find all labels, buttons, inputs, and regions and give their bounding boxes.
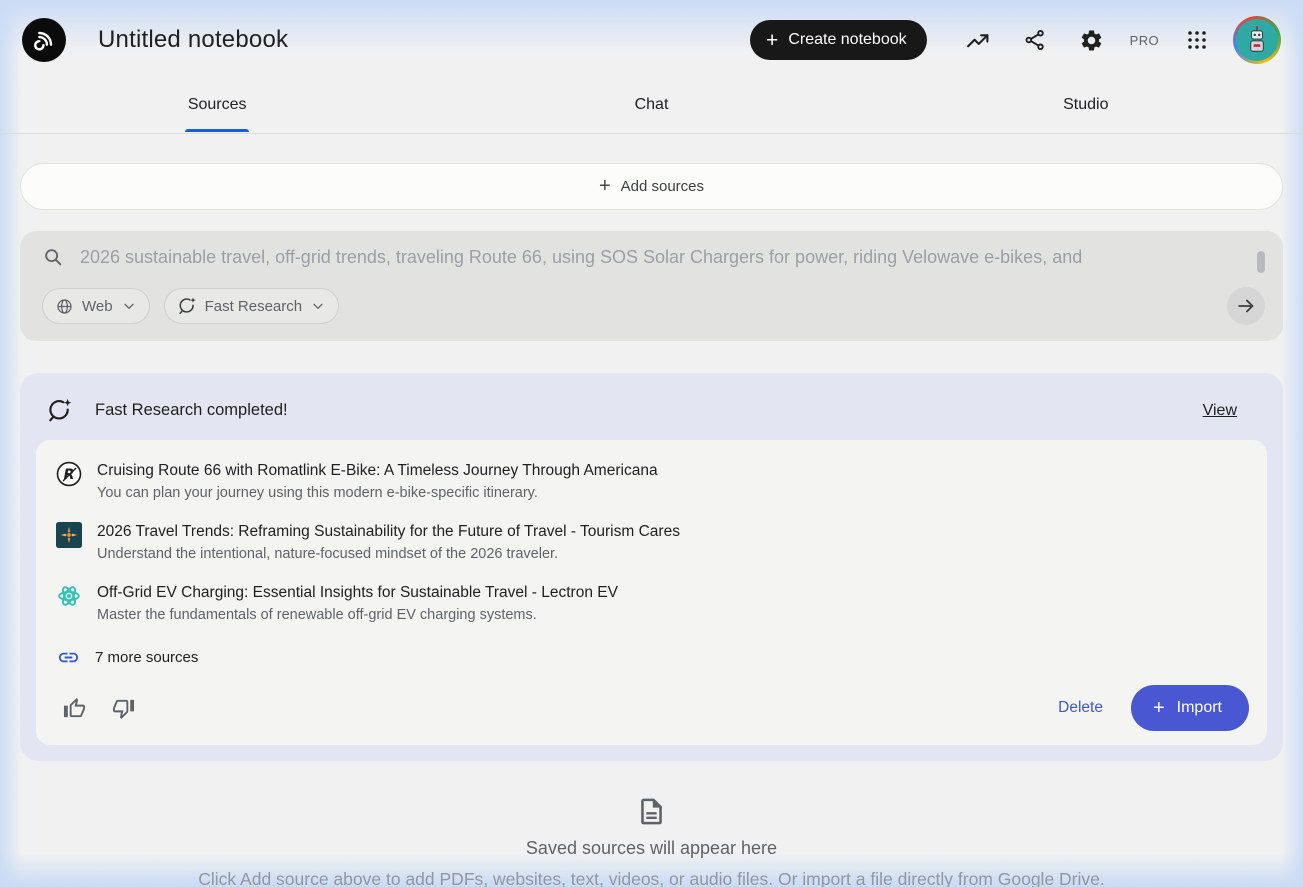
share-button[interactable] [1014, 19, 1056, 61]
result-description: Understand the intentional, nature-focus… [97, 544, 680, 565]
more-sources-label: 7 more sources [95, 649, 198, 666]
chevron-down-icon [121, 298, 137, 314]
globe-icon [55, 297, 74, 316]
thumb-down-icon [112, 697, 135, 720]
fast-research-icon [177, 296, 197, 316]
thumb-down-button[interactable] [105, 690, 141, 726]
plus-icon: + [1153, 697, 1165, 720]
result-item[interactable]: 2026 Travel Trends: Reframing Sustainabi… [56, 521, 1249, 565]
settings-button[interactable] [1071, 19, 1113, 61]
google-apps-button[interactable] [1176, 19, 1218, 61]
result-description: Master the fundamentals of renewable off… [97, 605, 618, 626]
fast-research-panel: Fast Research completed! View R Cruising… [20, 373, 1283, 761]
tab-sources[interactable]: Sources [0, 80, 434, 133]
results-footer: Delete + Import [56, 685, 1249, 731]
delete-button[interactable]: Delete [1058, 699, 1103, 717]
arrow-right-icon [1235, 295, 1257, 317]
search-icon [42, 246, 64, 268]
fast-research-icon [46, 397, 73, 424]
import-button[interactable]: + Import [1131, 685, 1249, 731]
chevron-down-icon [310, 298, 326, 314]
research-results-card: R Cruising Route 66 with Romatlink E-Bik… [36, 440, 1267, 745]
add-sources-label: Add sources [621, 178, 704, 195]
more-sources-link[interactable]: 7 more sources [57, 646, 1249, 669]
discover-sources-box: Web Fast Research [20, 231, 1283, 341]
research-mode-label: Fast Research [205, 298, 303, 315]
tab-studio-label: Studio [1063, 82, 1108, 132]
app-header: Untitled notebook + Create notebook PRO [0, 0, 1303, 80]
plus-icon: + [599, 175, 611, 198]
thumb-up-button[interactable] [56, 690, 92, 726]
notebook-title[interactable]: Untitled notebook [98, 26, 288, 54]
submit-research-button[interactable] [1227, 287, 1265, 325]
thumb-up-icon [63, 697, 86, 720]
web-scope-dropdown[interactable]: Web [42, 288, 150, 324]
tab-chat-label: Chat [635, 82, 669, 132]
document-icon [636, 796, 667, 827]
research-mode-dropdown[interactable]: Fast Research [164, 288, 340, 324]
tab-sources-label: Sources [188, 82, 247, 132]
result-item[interactable]: R Cruising Route 66 with Romatlink E-Bik… [56, 460, 1249, 504]
analytics-button[interactable] [957, 19, 999, 61]
result-title: 2026 Travel Trends: Reframing Sustainabi… [97, 521, 680, 543]
romatlink-r-logo-icon: R [56, 461, 82, 487]
result-item[interactable]: Off-Grid EV Charging: Essential Insights… [56, 582, 1249, 626]
create-notebook-button[interactable]: + Create notebook [750, 20, 927, 60]
research-status-text: Fast Research completed! [95, 401, 288, 420]
main-tabs: Sources Chat Studio [0, 80, 1303, 134]
gear-icon [1079, 28, 1104, 53]
plus-icon: + [766, 30, 778, 51]
account-avatar[interactable] [1233, 16, 1281, 64]
pro-badge: PRO [1128, 33, 1161, 48]
import-label: Import [1177, 699, 1222, 717]
sources-panel: + Add sources Web [0, 163, 1303, 887]
empty-state: Saved sources will appear here Click Add… [20, 796, 1283, 887]
link-icon [57, 646, 80, 669]
tab-chat[interactable]: Chat [434, 80, 868, 133]
trending-up-icon [965, 28, 990, 53]
create-notebook-label: Create notebook [788, 31, 906, 49]
notebooklm-logo[interactable] [22, 18, 66, 62]
avatar-robot-image [1236, 19, 1278, 61]
header-icons: PRO [957, 16, 1281, 64]
empty-state-title: Saved sources will appear here [20, 838, 1283, 859]
web-scope-label: Web [82, 298, 113, 315]
add-sources-button[interactable]: + Add sources [20, 163, 1283, 210]
input-scrollbar-thumb[interactable] [1257, 251, 1265, 273]
result-title: Off-Grid EV Charging: Essential Insights… [97, 582, 618, 604]
tab-studio[interactable]: Studio [869, 80, 1303, 133]
empty-state-description: Click Add source above to add PDFs, webs… [20, 869, 1283, 887]
result-description: You can plan your journey using this mod… [97, 483, 658, 504]
view-link[interactable]: View [1203, 402, 1237, 420]
research-query-input[interactable] [80, 247, 1265, 268]
share-icon [1023, 28, 1047, 52]
tourism-cares-compass-logo-icon [56, 522, 82, 548]
lectron-atom-logo-icon [56, 583, 82, 609]
apps-grid-icon [1185, 28, 1209, 52]
result-title: Cruising Route 66 with Romatlink E-Bike:… [97, 460, 658, 482]
